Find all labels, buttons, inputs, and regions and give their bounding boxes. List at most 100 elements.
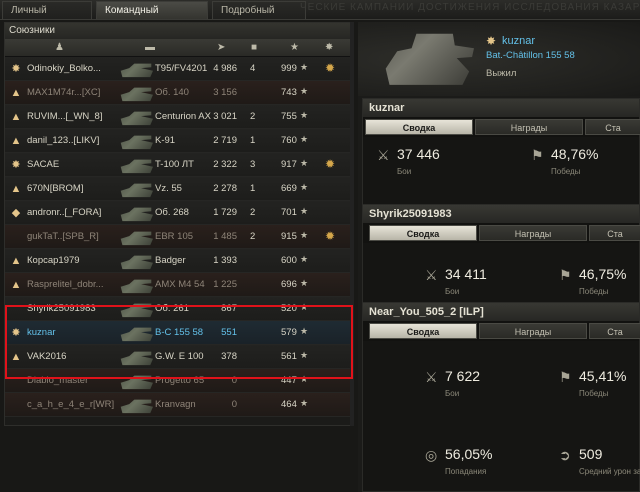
player-name[interactable]: andronr..[_FORA] bbox=[27, 207, 119, 218]
player-details-panel: ✸ kuznar Bat.-Châtillon 155 58 Выжил kuz… bbox=[358, 22, 640, 492]
tab-personal-result[interactable]: Личный результат bbox=[2, 1, 92, 34]
xp-value: 561 bbox=[281, 351, 297, 362]
kills-value: 4 bbox=[250, 63, 256, 74]
medal-sun-icon[interactable]: ✹ bbox=[323, 61, 337, 75]
tank-column-icon[interactable]: ▬ bbox=[145, 42, 155, 53]
tab-stats[interactable]: Ста bbox=[589, 225, 640, 241]
card-title: Near_You_505_2 [ILP] bbox=[363, 303, 639, 321]
tab-stats[interactable]: Ста bbox=[589, 323, 640, 339]
player-card-near-you: Near_You_505_2 [ILP] Сводка Награды Ста … bbox=[362, 302, 640, 492]
tab-detailed-report[interactable]: Подробный отчёт bbox=[212, 1, 306, 34]
player-name[interactable]: 670N[BROM] bbox=[27, 183, 119, 194]
medal-column-icon[interactable]: ✸ bbox=[325, 42, 333, 53]
tank-icon bbox=[120, 207, 153, 222]
player-row[interactable]: gukTaT..[SPB_R] EBR 105 1 485 2 915 ★ ✹ bbox=[5, 225, 353, 249]
player-name[interactable]: Shyrik25091983 bbox=[27, 303, 119, 314]
player-row[interactable]: ▲ danil_123..[LIKV] K-91 2 719 1 760 ★ bbox=[5, 129, 353, 153]
tank-icon bbox=[120, 135, 153, 150]
wins-value: 45,41% bbox=[579, 368, 627, 384]
xp-star-icon: ★ bbox=[300, 182, 309, 192]
player-name[interactable]: SACAE bbox=[27, 159, 119, 170]
player-row[interactable]: ✸ kuznar B-C 155 58 551 579 ★ bbox=[5, 321, 353, 345]
xp-value: 701 bbox=[281, 207, 297, 218]
hit-ratio-label: Попадания bbox=[445, 467, 487, 476]
medal-sun-icon[interactable]: ✹ bbox=[323, 229, 337, 243]
player-name[interactable]: Rasprelitel_dobr... bbox=[27, 279, 119, 290]
xp-column-icon[interactable]: ★ bbox=[290, 42, 299, 53]
tab-stats[interactable]: Ста bbox=[585, 119, 640, 135]
tank-name: Vz. 55 bbox=[155, 183, 182, 194]
player-row[interactable]: ▲ VAK2016 G.W. E 100 378 561 ★ bbox=[5, 345, 353, 369]
tab-awards[interactable]: Награды bbox=[479, 225, 587, 241]
xp-star-icon: ★ bbox=[300, 350, 309, 360]
tank-name: Об. 268 bbox=[155, 207, 189, 218]
player-row[interactable]: ▲ MAX1M74r...[XC] Об. 140 3 156 743 ★ bbox=[5, 81, 353, 105]
player-name[interactable]: danil_123..[LIKV] bbox=[27, 135, 119, 146]
star-icon: ✸ bbox=[486, 34, 497, 48]
vehicle-tank-name: Bat.-Châtillon 155 58 bbox=[486, 50, 575, 61]
player-row[interactable]: Diablo_master Progetto 65 0 447 ★ bbox=[5, 369, 353, 393]
kills-value: 1 bbox=[250, 183, 256, 194]
rank-icon bbox=[9, 398, 23, 412]
player-row[interactable]: ✸ SACAE T-100 ЛТ 2 322 3 917 ★ ✹ bbox=[5, 153, 353, 177]
xp-value: 999 bbox=[281, 63, 297, 74]
player-name[interactable]: gukTaT..[SPB_R] bbox=[27, 231, 119, 242]
player-row[interactable]: ◆ andronr..[_FORA] Об. 268 1 729 2 701 ★ bbox=[5, 201, 353, 225]
tab-team-result[interactable]: Командный результат bbox=[96, 1, 208, 34]
damage-value: 551 bbox=[221, 327, 237, 338]
player-name[interactable]: VAK2016 bbox=[27, 351, 119, 362]
rank-star-icon: ✸ bbox=[11, 327, 21, 339]
player-row[interactable]: Shyrik25091983 Об. 261 867 520 ★ bbox=[5, 297, 353, 321]
battles-value: 34 411 bbox=[445, 266, 487, 282]
avg-damage-value: 509 bbox=[579, 446, 603, 462]
tank-icon bbox=[120, 399, 153, 414]
player-card-shyrik: Shyrik25091983 Сводка Награды Ста ⚔ 34 4… bbox=[362, 204, 640, 314]
rank-chevron-icon: ▲ bbox=[10, 279, 22, 291]
xp-value: 755 bbox=[281, 111, 297, 122]
rank-chevron-icon: ▲ bbox=[10, 255, 22, 267]
player-name[interactable]: c_a_h_e_4_e_r[WR] bbox=[27, 399, 119, 410]
player-name[interactable]: RUVIM...[_WN_8] bbox=[27, 111, 119, 122]
tab-summary[interactable]: Сводка bbox=[369, 225, 477, 241]
tank-icon bbox=[120, 327, 153, 342]
damage-column-icon[interactable]: ➤ bbox=[217, 42, 225, 53]
player-row[interactable]: ▲ 670N[BROM] Vz. 55 2 278 1 669 ★ bbox=[5, 177, 353, 201]
damage-value: 1 225 bbox=[213, 279, 237, 290]
player-row[interactable]: ✸ Odinokiy_Bolko... T95/FV4201 4 986 4 999 ★ ✹ bbox=[5, 57, 353, 81]
damage-value: 2 278 bbox=[213, 183, 237, 194]
xp-star-icon: ★ bbox=[300, 374, 309, 384]
damage-value: 0 bbox=[231, 399, 237, 410]
wins-label: Победы bbox=[551, 167, 581, 176]
player-row[interactable]: ▲ Корсар1979 Badger 1 393 600 ★ bbox=[5, 249, 353, 273]
damage-value: 1 485 bbox=[213, 231, 237, 242]
player-list-scrollbar[interactable] bbox=[350, 22, 354, 426]
crossed-swords-icon: ⚔ bbox=[377, 147, 390, 163]
tank-name: EBR 105 bbox=[155, 231, 194, 242]
player-row[interactable]: c_a_h_e_4_e_r[WR] Kranvagn 0 464 ★ bbox=[5, 393, 353, 417]
vehicle-header: ✸ kuznar Bat.-Châtillon 155 58 Выжил bbox=[358, 22, 640, 96]
tab-awards[interactable]: Награды bbox=[475, 119, 583, 135]
xp-value: 579 bbox=[281, 327, 297, 338]
xp-star-icon: ★ bbox=[300, 398, 309, 408]
player-row[interactable]: ▲ RUVIM...[_WN_8] Centurion AX 3 021 2 755 ★ bbox=[5, 105, 353, 129]
damage-value: 378 bbox=[221, 351, 237, 362]
player-name[interactable]: Корсар1979 bbox=[27, 255, 119, 266]
card-title: kuznar bbox=[363, 99, 639, 117]
player-name[interactable]: Diablo_master bbox=[27, 375, 119, 386]
player-column-icon[interactable]: ♟ bbox=[55, 42, 64, 53]
player-name[interactable]: MAX1M74r...[XC] bbox=[27, 87, 119, 98]
tab-summary[interactable]: Сводка bbox=[369, 323, 477, 339]
kills-value: 3 bbox=[250, 159, 256, 170]
player-name[interactable]: kuznar bbox=[27, 327, 119, 338]
flag-icon: ⚑ bbox=[559, 369, 572, 385]
kills-value: 1 bbox=[250, 135, 256, 146]
player-row[interactable]: ▲ Rasprelitel_dobr... AMX M4 54 1 225 696 ★ bbox=[5, 273, 353, 297]
xp-star-icon: ★ bbox=[300, 326, 309, 336]
player-name[interactable]: Odinokiy_Bolko... bbox=[27, 63, 119, 74]
kills-column-icon[interactable]: ■ bbox=[251, 42, 257, 53]
crossed-swords-icon: ⚔ bbox=[425, 267, 438, 283]
medal-sun-icon[interactable]: ✹ bbox=[323, 157, 337, 171]
tab-summary[interactable]: Сводка bbox=[365, 119, 473, 135]
xp-star-icon: ★ bbox=[300, 110, 309, 120]
tab-awards[interactable]: Награды bbox=[479, 323, 587, 339]
